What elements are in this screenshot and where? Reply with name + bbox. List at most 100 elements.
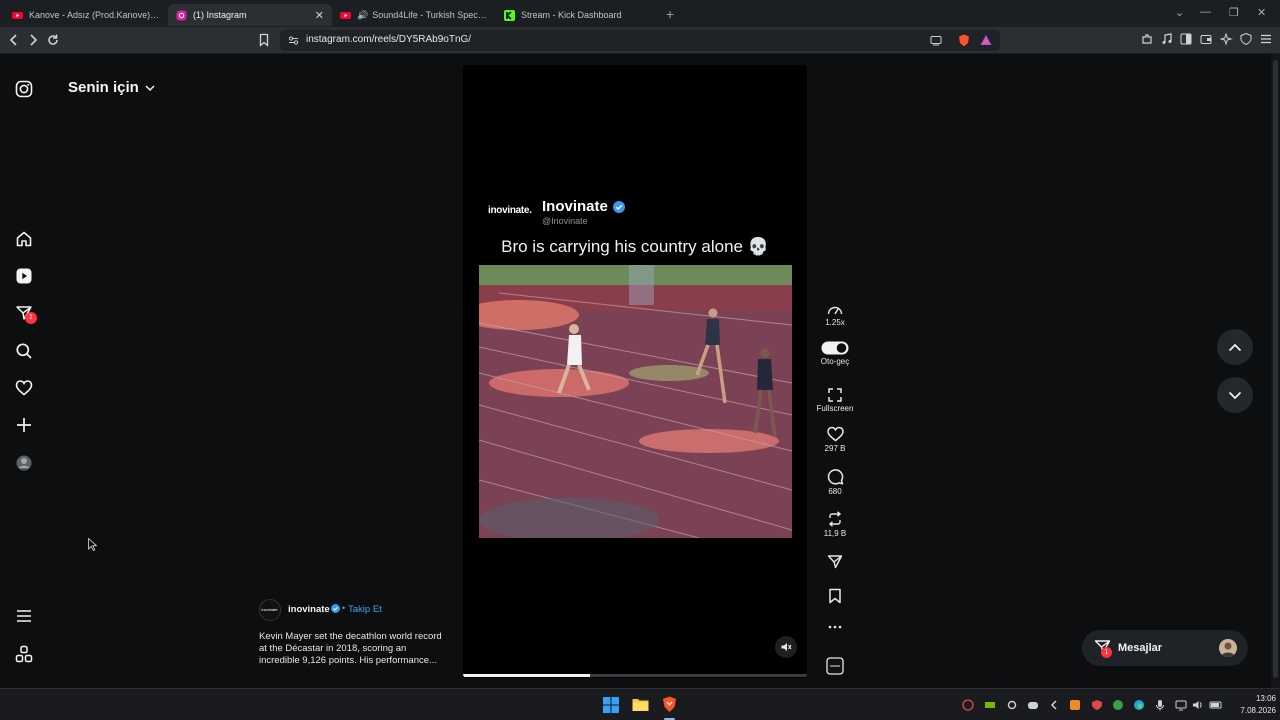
discord-icon[interactable] (1027, 699, 1039, 711)
toggle-switch-icon (821, 341, 849, 355)
messages-icon: 1 (1094, 639, 1112, 658)
contact-avatar (1219, 639, 1237, 657)
back-button[interactable] (8, 33, 20, 47)
reel-video-player[interactable]: inovinate. Inovinate @Inovinate Bro is c… (463, 65, 807, 678)
steam-icon[interactable] (1112, 699, 1124, 711)
instagram-logo-icon[interactable] (15, 80, 33, 98)
comment-button[interactable]: 680 (812, 468, 858, 496)
direct-messages-icon[interactable]: 1 (15, 304, 37, 324)
sidebar-toggle-icon[interactable] (1180, 33, 1192, 45)
forward-button[interactable] (27, 33, 39, 47)
share-button[interactable] (812, 554, 858, 572)
home-icon[interactable] (15, 230, 33, 248)
site-info-icon[interactable] (288, 35, 299, 46)
fullscreen-button[interactable]: Fullscreen (812, 388, 858, 413)
like-button[interactable]: 297 B (812, 426, 858, 453)
comment-count: 680 (828, 487, 842, 496)
close-window-button[interactable]: ✕ (1257, 6, 1266, 19)
edge-icon[interactable] (1133, 699, 1145, 711)
account-name: Inovinate (542, 198, 608, 215)
clock-time[interactable]: 13:06 (1242, 694, 1276, 703)
cast-icon[interactable] (930, 35, 942, 46)
tab-youtube-sound4life[interactable]: 🔊 Sound4Life - Turkish Special Live (332, 4, 496, 26)
url-bar[interactable]: instagram.com/reels/DY5RAb9oTnG/ (280, 30, 1000, 51)
speedometer-icon (827, 306, 843, 315)
microphone-icon[interactable] (1154, 699, 1166, 711)
repost-count: 11,9 B (823, 529, 847, 538)
reel-caption-overlay: Bro is carrying his country alone 💀 (501, 237, 769, 256)
more-dots-icon (828, 625, 842, 629)
extensions-icon[interactable] (1141, 33, 1153, 45)
address-toolbar: instagram.com/reels/DY5RAb9oTnG/ (0, 27, 1280, 54)
windows-taskbar: 13:06 7.08.2026 (0, 688, 1280, 720)
volume-icon[interactable] (1192, 699, 1204, 711)
antivirus-icon[interactable] (1091, 699, 1103, 711)
brave-browser-icon[interactable] (662, 696, 677, 713)
tab-instagram[interactable]: (1) Instagram ✕ (168, 4, 332, 26)
reels-icon[interactable] (15, 267, 33, 285)
media-controls-icon[interactable] (1161, 33, 1173, 45)
nvidia-icon[interactable] (984, 699, 996, 711)
reel-description[interactable]: Kevin Mayer set the decathlon world reco… (259, 631, 449, 667)
autoplay-toggle[interactable]: Oto-geç (812, 341, 858, 366)
clock-date[interactable]: 7.08.2026 (1228, 706, 1276, 715)
repost-button[interactable]: 11,9 B (812, 511, 858, 538)
maximize-button[interactable]: ❐ (1229, 6, 1239, 19)
follow-button[interactable]: Takip Et (348, 604, 382, 615)
bookmark-icon[interactable] (258, 33, 270, 47)
audio-track-icon (826, 657, 844, 675)
close-tab-icon[interactable]: ✕ (315, 9, 324, 22)
url-text: instagram.com/reels/DY5RAb9oTnG/ (306, 34, 472, 45)
heart-notifications-icon[interactable] (15, 379, 33, 397)
playback-progress-fill (463, 674, 591, 677)
tray-orange-icon[interactable] (1069, 699, 1081, 711)
more-options-button[interactable] (812, 624, 858, 632)
minimize-button[interactable]: — (1200, 6, 1211, 18)
playback-speed-button[interactable]: 1.25x (812, 304, 858, 327)
create-plus-icon[interactable] (15, 416, 33, 434)
page-scrollbar[interactable] (1271, 54, 1280, 688)
tab-kick-dashboard[interactable]: Stream - Kick Dashboard (496, 4, 660, 26)
vpn-shield-icon[interactable] (1240, 33, 1252, 45)
settings-tray-icon[interactable] (1006, 699, 1018, 711)
tab-title: Kanove - Adsız (Prod.Kanove) - YouTube (29, 10, 160, 20)
also-from-meta-icon[interactable] (15, 645, 33, 663)
file-explorer-icon[interactable] (632, 697, 649, 712)
battery-icon[interactable] (1209, 699, 1222, 711)
more-menu-icon[interactable] (15, 607, 33, 625)
leo-ai-icon[interactable] (1220, 33, 1233, 46)
network-icon[interactable] (1175, 699, 1187, 711)
video-frame[interactable] (479, 265, 792, 538)
chevron-up-icon (1228, 343, 1242, 351)
brave-rewards-icon[interactable] (980, 34, 992, 46)
poster-username[interactable]: inovinate (288, 604, 330, 615)
audio-thumbnail[interactable] (812, 657, 858, 677)
new-tab-button[interactable]: + (666, 6, 674, 22)
previous-reel-button[interactable] (1217, 329, 1253, 365)
tray-app-icon[interactable] (1048, 699, 1060, 711)
tray-icon-1[interactable] (962, 699, 974, 711)
like-count: 297 B (824, 444, 846, 453)
feed-selector[interactable]: Senin için (68, 79, 155, 96)
youtube-icon (12, 10, 23, 21)
windows-start-icon[interactable] (603, 697, 619, 713)
save-button[interactable] (812, 588, 858, 606)
playback-progress-bar[interactable] (463, 674, 807, 677)
chevron-down-icon (145, 84, 155, 91)
poster-avatar[interactable]: inovinate. (259, 599, 281, 621)
reload-button[interactable] (46, 33, 60, 47)
mute-toggle-icon[interactable] (775, 636, 797, 658)
verified-badge-icon (331, 604, 340, 613)
audio-playing-icon[interactable]: 🔊 (357, 10, 368, 21)
menu-icon[interactable] (1260, 33, 1272, 45)
comment-icon (827, 469, 843, 485)
wallet-icon[interactable] (1200, 33, 1212, 45)
tab-list-chevron-icon[interactable]: ⌄ (1175, 6, 1184, 19)
profile-avatar[interactable] (15, 454, 33, 472)
tab-youtube-kanove[interactable]: Kanove - Adsız (Prod.Kanove) - YouTube (4, 4, 168, 26)
brave-shields-icon[interactable] (958, 34, 970, 47)
tab-title: Sound4Life - Turkish Special Live (372, 10, 488, 20)
next-reel-button[interactable] (1217, 377, 1253, 413)
fullscreen-icon (828, 388, 842, 402)
search-icon[interactable] (15, 342, 33, 360)
